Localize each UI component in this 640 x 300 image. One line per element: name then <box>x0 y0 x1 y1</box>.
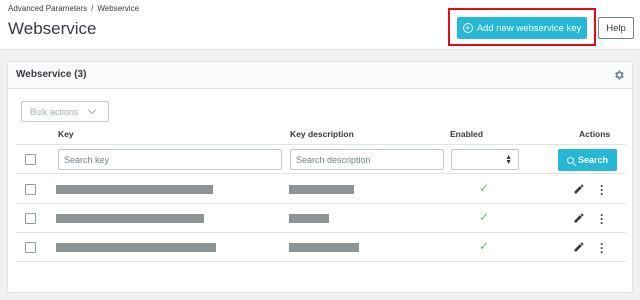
breadcrumb-separator: / <box>91 4 94 13</box>
pencil-icon[interactable] <box>573 241 585 253</box>
search-button-label: Search <box>577 155 609 165</box>
table-row[interactable]: ✓ · · · <box>16 204 626 233</box>
column-header-actions: Actions <box>579 129 611 139</box>
redacted-key <box>56 243 216 252</box>
row-checkbox[interactable] <box>25 242 36 253</box>
breadcrumb: Advanced Parameters / Webservice <box>8 4 139 13</box>
search-button[interactable]: Search <box>558 149 617 171</box>
page-header: Advanced Parameters / Webservice Webservic… <box>0 0 640 50</box>
enabled-filter-select[interactable]: ▲ ▼ <box>451 149 519 170</box>
bulk-actions-dropdown[interactable]: Bulk actions <box>21 101 109 122</box>
breadcrumb-item-advanced-parameters[interactable]: Advanced Parameters <box>8 4 87 13</box>
sort-icon: ▲ ▼ <box>505 154 512 166</box>
row-checkbox[interactable] <box>25 213 36 224</box>
help-button[interactable]: Help <box>598 17 634 39</box>
column-header-enabled[interactable]: Enabled <box>450 129 483 139</box>
chevron-down-icon <box>87 105 96 115</box>
pencil-icon[interactable] <box>573 212 585 224</box>
kebab-icon[interactable]: · · · <box>600 209 604 229</box>
search-key-input[interactable] <box>58 149 282 170</box>
breadcrumb-item-webservice[interactable]: Webservice <box>97 4 139 13</box>
check-icon[interactable]: ✓ <box>479 210 489 224</box>
table-row[interactable]: ✓ · · · <box>16 233 626 262</box>
pencil-icon[interactable] <box>573 183 585 195</box>
webservice-card: Webservice (3) Bulk actions Key Key desc… <box>7 61 633 293</box>
card-header: Webservice (3) <box>8 62 632 89</box>
filter-row: ▲▼ Search <box>16 144 626 174</box>
add-webservice-key-label: Add new webservice key <box>476 22 582 34</box>
card-title-count: (3) <box>74 69 87 80</box>
search-description-input[interactable] <box>290 149 444 170</box>
card-title: Webservice (3) <box>16 69 86 80</box>
select-all-checkbox[interactable] <box>25 154 36 165</box>
row-checkbox[interactable] <box>25 184 36 195</box>
table-row[interactable]: ✓ · · · <box>16 175 626 204</box>
check-icon[interactable]: ✓ <box>479 239 489 253</box>
kebab-icon[interactable]: · · · <box>600 238 604 258</box>
redacted-description <box>289 185 354 194</box>
bulk-actions-label: Bulk actions <box>30 106 79 117</box>
check-icon[interactable]: ✓ <box>479 181 489 195</box>
kebab-icon[interactable]: · · · <box>600 180 604 200</box>
search-icon <box>566 156 574 164</box>
plus-circle-icon: + <box>462 23 473 33</box>
redacted-key <box>56 185 213 194</box>
redacted-key <box>56 214 204 223</box>
add-webservice-key-button[interactable]: + Add new webservice key <box>457 17 587 39</box>
card-title-text: Webservice <box>16 69 72 80</box>
redacted-description <box>289 214 329 223</box>
page-title: Webservice <box>8 19 97 38</box>
gear-icon[interactable] <box>613 69 625 81</box>
column-header-key[interactable]: Key <box>58 129 74 139</box>
column-header-description[interactable]: Key description <box>290 129 354 139</box>
redacted-description <box>289 243 359 252</box>
